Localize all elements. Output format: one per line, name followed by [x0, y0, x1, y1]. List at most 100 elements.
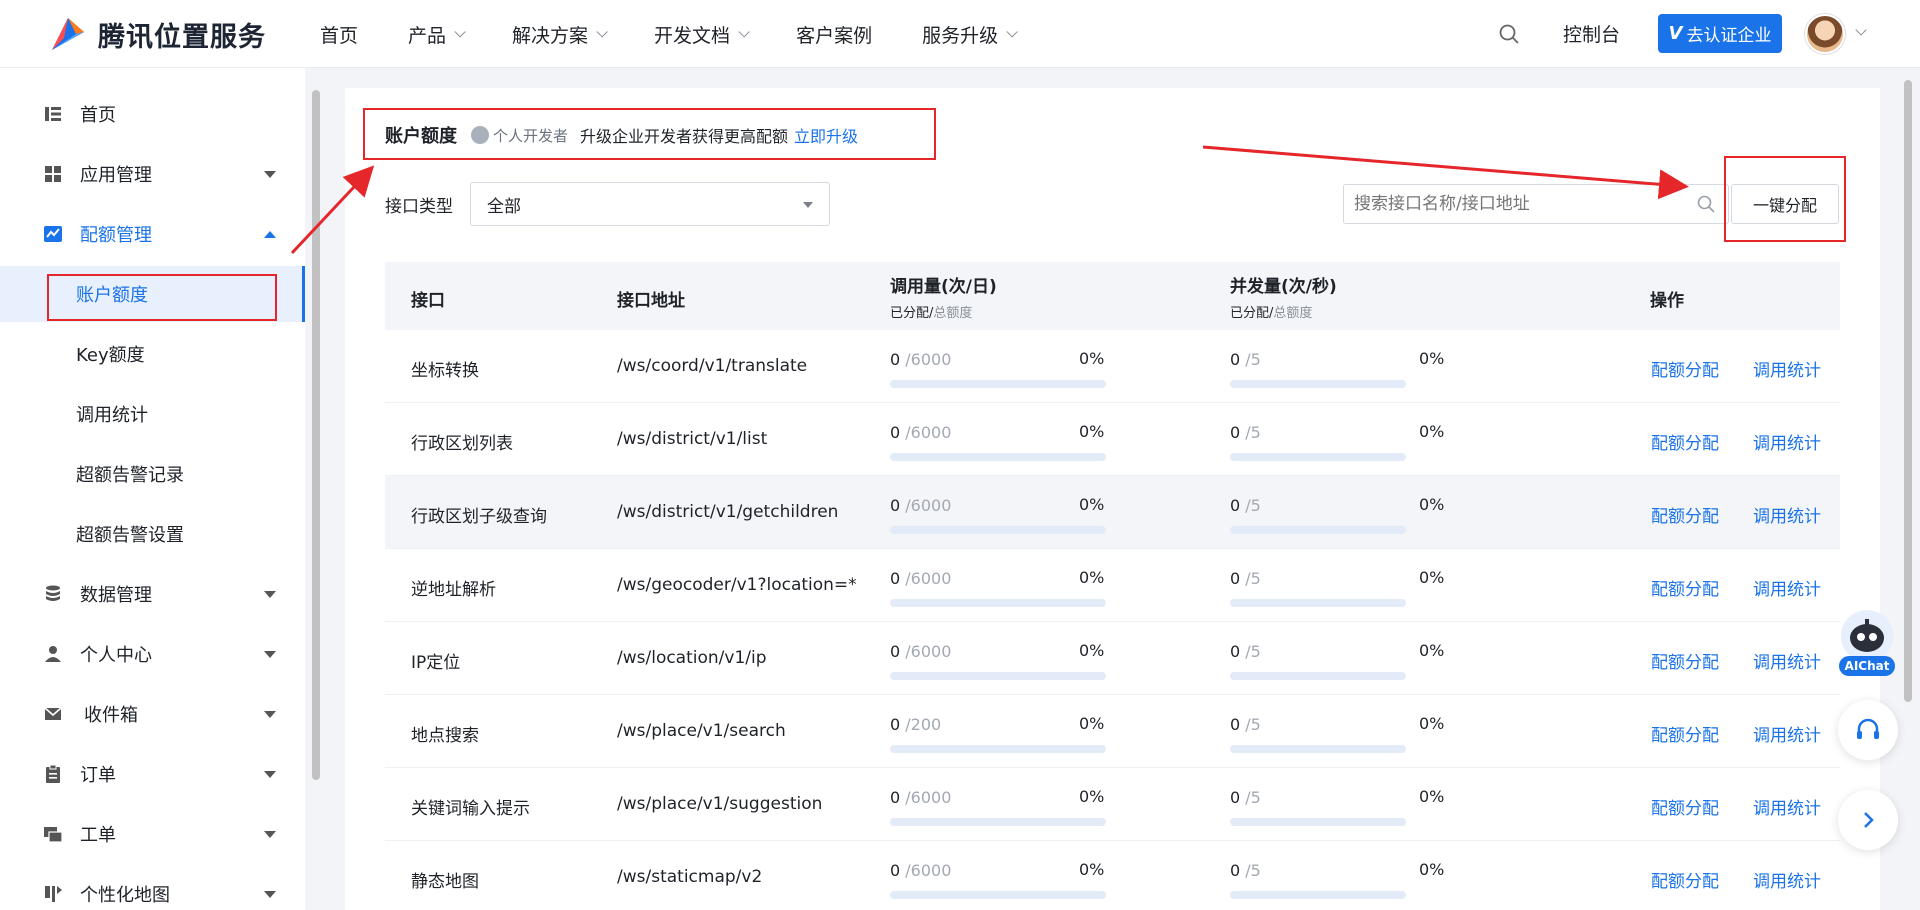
aichat-label: AIChat	[1839, 656, 1895, 676]
concurrency-progress-bar	[1230, 745, 1406, 753]
brand-logo[interactable]: 腾讯位置服务	[46, 12, 266, 56]
search-icon[interactable]	[1696, 194, 1716, 214]
call-stats-link[interactable]: 调用统计	[1753, 721, 1821, 746]
calls-used: 0	[890, 861, 901, 880]
nav-home-label: 首页	[320, 24, 359, 47]
conc-total: /5	[1245, 569, 1261, 588]
expand-button[interactable]	[1838, 790, 1898, 850]
calls-progress-bar	[890, 891, 1106, 899]
page-scroll-thumb[interactable]	[1904, 80, 1912, 702]
customer-service-button[interactable]	[1838, 700, 1898, 760]
col-conc-sub-total: 总额度	[1273, 306, 1313, 321]
api-address: /ws/district/v1/list	[617, 429, 768, 449]
call-stats-link[interactable]: 调用统计	[1753, 648, 1821, 673]
allocate-quota-link[interactable]: 配额分配	[1651, 575, 1719, 600]
api-name: 关键词输入提示	[411, 799, 530, 819]
allocate-quota-link[interactable]: 配额分配	[1651, 429, 1719, 454]
allocate-quota-link[interactable]: 配额分配	[1651, 356, 1719, 381]
call-stats-link[interactable]: 调用统计	[1753, 356, 1821, 381]
certify-label: 去认证企业	[1686, 26, 1772, 46]
calls-value: 0 /6000	[890, 642, 951, 661]
api-name: 地点搜索	[411, 726, 479, 746]
api-address: /ws/district/v1/getchildren	[617, 502, 839, 522]
main-panel: 账户额度 个人开发者 升级企业开发者获得更高配额 立即升级 接口类型 全部 一键…	[345, 88, 1880, 910]
nav-solutions-label: 解决方案	[512, 24, 589, 47]
allocate-quota-link[interactable]: 配额分配	[1651, 794, 1719, 819]
avatar[interactable]	[1805, 14, 1845, 54]
sidebar-subitem-call-stats[interactable]: 调用统计	[0, 386, 305, 442]
sidebar-item-label: 配额管理	[80, 225, 152, 246]
calls-value: 0 /6000	[890, 423, 951, 442]
calls-used: 0	[890, 715, 901, 734]
api-type-select[interactable]: 全部	[470, 182, 830, 226]
calls-percent: 0%	[1079, 349, 1105, 368]
conc-used: 0	[1230, 861, 1241, 880]
api-name: 行政区划子级查询	[411, 507, 547, 527]
call-stats-link[interactable]: 调用统计	[1753, 502, 1821, 527]
sidebar-subitem-alert-records[interactable]: 超额告警记录	[0, 446, 305, 502]
concurrency-percent: 0%	[1419, 495, 1445, 514]
call-stats-link[interactable]: 调用统计	[1753, 867, 1821, 892]
api-address: /ws/staticmap/v2	[617, 867, 763, 887]
aichat-widget[interactable]: AIChat	[1837, 610, 1897, 676]
chevron-down-icon	[596, 26, 608, 38]
api-search-input[interactable]	[1354, 194, 1674, 214]
sidebar: 首页 应用管理 配额管理 账户额度 Key额度 调用统计 超额告警记录 超额告警…	[0, 68, 305, 910]
nav-home[interactable]: 首页	[320, 21, 358, 48]
calls-percent: 0%	[1079, 568, 1105, 587]
sidebar-item-tickets[interactable]: 工单	[0, 806, 305, 862]
api-search-box[interactable]	[1343, 184, 1729, 224]
search-icon[interactable]	[1497, 22, 1521, 46]
api-address: /ws/place/v1/search	[617, 721, 786, 741]
sidebar-subitem-key-quota[interactable]: Key额度	[0, 326, 305, 382]
call-stats-link[interactable]: 调用统计	[1753, 575, 1821, 600]
sidebar-subitem-alert-settings[interactable]: 超额告警设置	[0, 506, 305, 562]
col-address: 接口地址	[617, 291, 685, 311]
sidebar-item-data-management[interactable]: 数据管理	[0, 566, 305, 622]
table-row: 行政区划子级查询/ws/district/v1/getchildren 0 /60…	[385, 476, 1840, 549]
sidebar-item-personal-center[interactable]: 个人中心	[0, 626, 305, 682]
page-scrollbar[interactable]	[1900, 68, 1916, 910]
api-address: /ws/coord/v1/translate	[617, 356, 808, 376]
allocate-quota-link[interactable]: 配额分配	[1651, 502, 1719, 527]
allocate-quota-link[interactable]: 配额分配	[1651, 867, 1719, 892]
sidebar-scrollbar[interactable]	[310, 70, 322, 910]
nav-docs[interactable]: 开发文档	[654, 21, 750, 48]
allocate-quota-link[interactable]: 配额分配	[1651, 648, 1719, 673]
caret-down-icon	[264, 170, 276, 178]
list-icon	[45, 107, 61, 121]
call-stats-link[interactable]: 调用统计	[1753, 429, 1821, 454]
calls-total: /200	[905, 715, 942, 734]
sidebar-item-quota-management[interactable]: 配额管理	[0, 206, 305, 262]
allocate-quota-link[interactable]: 配额分配	[1651, 721, 1719, 746]
nav-cases[interactable]: 客户案例	[796, 21, 872, 48]
sidebar-item-app-management[interactable]: 应用管理	[0, 146, 305, 202]
calls-total: /6000	[905, 569, 952, 588]
nav-upgrade[interactable]: 服务升级	[922, 21, 1018, 48]
concurrency-percent: 0%	[1419, 787, 1445, 806]
nav-products[interactable]: 产品	[408, 21, 466, 48]
table-row: 行政区划列表/ws/district/v1/list 0 /6000 0% 0 /5 0…	[385, 403, 1840, 476]
chevron-down-icon[interactable]	[1855, 24, 1867, 36]
concurrency-percent: 0%	[1419, 641, 1445, 660]
sidebar-item-inbox[interactable]: 收件箱	[0, 686, 305, 742]
caret-down-icon	[264, 830, 276, 838]
brand-name: 腾讯位置服务	[98, 21, 266, 53]
sidebar-item-custom-map[interactable]: 个性化地图	[0, 866, 305, 910]
concurrency-percent: 0%	[1419, 568, 1445, 587]
call-stats-link[interactable]: 调用统计	[1753, 794, 1821, 819]
caret-down-icon	[264, 890, 276, 898]
certify-enterprise-button[interactable]: V 去认证企业	[1658, 14, 1782, 53]
sidebar-item-home[interactable]: 首页	[0, 86, 305, 142]
conc-used: 0	[1230, 569, 1241, 588]
table-row: 静态地图/ws/staticmap/v2 0 /6000 0% 0 /5 0% 配额分配 调…	[385, 841, 1840, 910]
console-link[interactable]: 控制台	[1563, 20, 1620, 47]
caret-down-icon	[264, 650, 276, 658]
calls-total: /6000	[905, 496, 952, 515]
nav-solutions[interactable]: 解决方案	[512, 21, 608, 48]
sidebar-item-orders[interactable]: 订单	[0, 746, 305, 802]
sidebar-scroll-thumb[interactable]	[312, 90, 320, 780]
sidebar-item-label: 数据管理	[80, 585, 152, 606]
chevron-down-icon	[454, 26, 466, 38]
conc-used: 0	[1230, 788, 1241, 807]
